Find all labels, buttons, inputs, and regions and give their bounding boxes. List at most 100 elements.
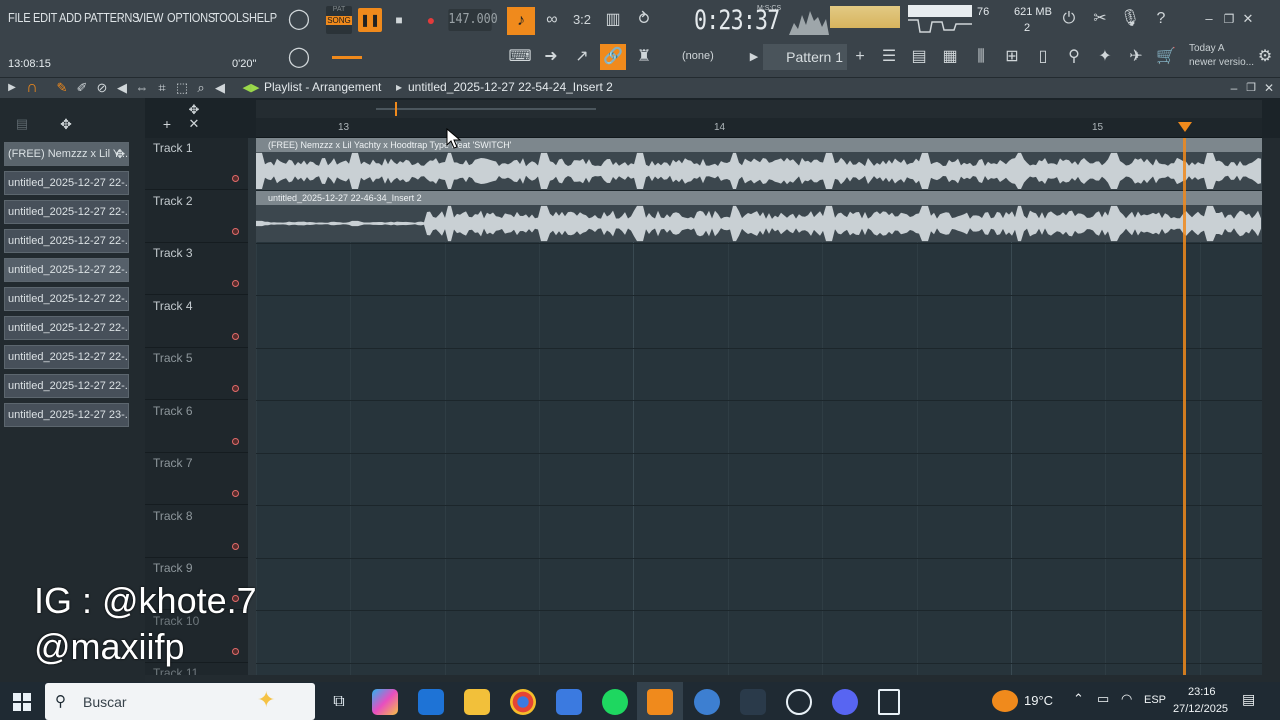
master-pitch-knob[interactable]: ◯ [287,45,311,69]
clip-item[interactable]: untitled_2025-12-27 22-... [4,345,129,369]
language-indicator[interactable]: ESP [1144,694,1166,706]
add-pattern-icon[interactable]: + [848,45,872,69]
channel-rack-icon[interactable]: ▦ [938,45,962,69]
microphone-icon[interactable]: 🎙 [1118,7,1142,31]
weather-icon[interactable] [992,690,1018,712]
discord-icon[interactable] [832,689,858,715]
track-record-icon[interactable] [232,175,239,182]
track-header[interactable]: Track 8 [145,506,248,558]
clip-item[interactable]: untitled_2025-12-27 22-... [4,287,129,311]
clock-time[interactable]: 23:16 [1188,686,1216,698]
outlook-icon[interactable] [418,689,444,715]
news-line2[interactable]: newer versio... [1189,57,1254,68]
track-header[interactable]: Track 3 [145,243,248,295]
menu-options[interactable]: OPTIONS [167,10,215,25]
track-record-icon[interactable] [232,490,239,497]
bottom-scrollbar[interactable] [145,675,1280,682]
track-header[interactable]: Track 1 [145,138,248,190]
loop-record-icon[interactable]: ⥁ [632,8,656,32]
news-line1[interactable]: Today A [1189,43,1225,54]
task-view-icon[interactable]: ⧉ [326,689,352,715]
clip-item[interactable]: untitled_2025-12-27 22-... [4,171,129,195]
tray-chevron-icon[interactable]: ⌃ [1073,691,1084,707]
metronome-icon[interactable]: ♪ [507,7,535,35]
pattern-selector[interactable]: Pattern 1 [763,44,847,70]
channel-target-select[interactable]: (none) [682,50,714,62]
playback-tool-icon[interactable]: ◀ [208,76,232,100]
stamp-icon[interactable]: ♜ [632,45,656,69]
track-record-icon[interactable] [232,228,239,235]
step-edit-icon[interactable]: ▥ [601,8,625,32]
wait-for-input-icon[interactable]: ∞ [540,8,564,32]
track-header[interactable]: Track 2 [145,191,248,243]
track-record-icon[interactable] [232,385,239,392]
copilot-icon[interactable] [372,689,398,715]
clip-item[interactable]: untitled_2025-12-27 22-... [4,374,129,398]
menu-file[interactable]: FILE [8,10,31,25]
clip-item[interactable]: untitled_2025-12-27 23-... [4,403,129,427]
output-slider[interactable] [332,56,362,59]
plugin-icon[interactable]: ⚲ [1062,45,1086,69]
horizontal-overview-scrollbar[interactable] [256,100,1262,118]
feedback-icon[interactable]: ✈ [1124,45,1148,69]
davinci-icon[interactable] [740,689,766,715]
battery-icon[interactable]: ▭ [1097,691,1109,707]
file-explorer-icon[interactable] [464,689,490,715]
audio-clip[interactable]: untitled_2025-12-27 22-46-34_Insert 2 [256,191,1262,242]
taskbar-search[interactable]: ⚲ Buscar ✦ [45,683,315,720]
qbittorrent-icon[interactable] [694,689,720,715]
fl-studio-task-active[interactable] [637,682,683,720]
clip-move-icon[interactable]: ✥ [115,143,125,165]
track-header[interactable]: Track 6 [145,401,248,453]
notepad-icon[interactable] [878,689,900,715]
store-icon[interactable] [556,689,582,715]
menu-edit[interactable]: EDIT [33,10,57,25]
track-header[interactable]: Track 5 [145,348,248,400]
arrow-right-icon[interactable]: ➜ [539,45,563,69]
snap-icon[interactable]: ▤ [10,112,34,136]
project-icon[interactable]: ▯ [1031,45,1055,69]
notification-icon[interactable]: ▤ [1242,691,1255,708]
magnet-snap-icon[interactable]: ∩ [20,76,44,100]
track-record-icon[interactable] [232,280,239,287]
link-icon[interactable]: 🔗 [600,44,626,70]
shop-icon[interactable]: 🛒 [1154,45,1178,69]
master-volume-knob[interactable]: ◯ [287,7,311,31]
track-header[interactable]: Track 4 [145,296,248,348]
clip-item[interactable]: untitled_2025-12-27 22-... [4,229,129,253]
playlist-grid[interactable]: (FREE) Nemzzz x Lil Yachty x Hoodtrap Ty… [256,138,1262,682]
playlist-close-icon[interactable]: ✕ [1257,76,1280,100]
mixer-icon[interactable]: ⫼ [969,45,993,69]
spotify-icon[interactable] [602,689,628,715]
audio-clip[interactable]: (FREE) Nemzzz x Lil Yachty x Hoodtrap Ty… [256,138,1262,190]
track-record-icon[interactable] [232,543,239,550]
playlist-icon[interactable]: ☰ [877,45,901,69]
settings-gear-icon[interactable]: ⚙ [1253,45,1277,69]
overview-thumb[interactable] [376,108,596,110]
pat-song-toggle[interactable]: PAT SONG [326,6,352,34]
clock-date[interactable]: 27/12/2025 [1173,703,1228,715]
menu-add[interactable]: ADD [59,10,82,25]
timeline-ruler[interactable]: 13 14 15 [256,118,1262,138]
stop-icon[interactable]: ■ [387,8,411,32]
tools-icon[interactable]: ✂ [1088,7,1112,31]
menu-help[interactable]: HELP [249,10,277,25]
menu-patterns[interactable]: PATTERNS [84,10,140,25]
piano-roll-icon[interactable]: ▤ [907,45,931,69]
mic-settings-icon[interactable]: ✦ [1093,45,1117,69]
wifi-icon[interactable]: ◠ [1121,691,1132,707]
chrome-icon[interactable] [510,689,536,715]
pan-arrows-icon[interactable]: ✥ [182,98,206,122]
clip-item[interactable]: untitled_2025-12-27 22-... [4,316,129,340]
menu-view[interactable]: VIEW [136,10,163,25]
clip-item[interactable]: untitled_2025-12-27 22-... [4,258,129,282]
keyboard-icon[interactable]: ⌨ [508,45,532,69]
typing-keyboard-icon[interactable]: ↗ [570,45,594,69]
clip-item[interactable]: untitled_2025-12-27 22-... [4,200,129,224]
track-record-icon[interactable] [232,438,239,445]
clip-item[interactable]: (FREE) Nemzzz x Lil Y... ✥ [4,142,129,166]
playhead-marker[interactable] [1178,122,1192,132]
clock-app-icon[interactable] [786,689,812,715]
track-header[interactable]: Track 7 [145,453,248,505]
pause-icon[interactable]: ❚❚ [358,8,382,32]
